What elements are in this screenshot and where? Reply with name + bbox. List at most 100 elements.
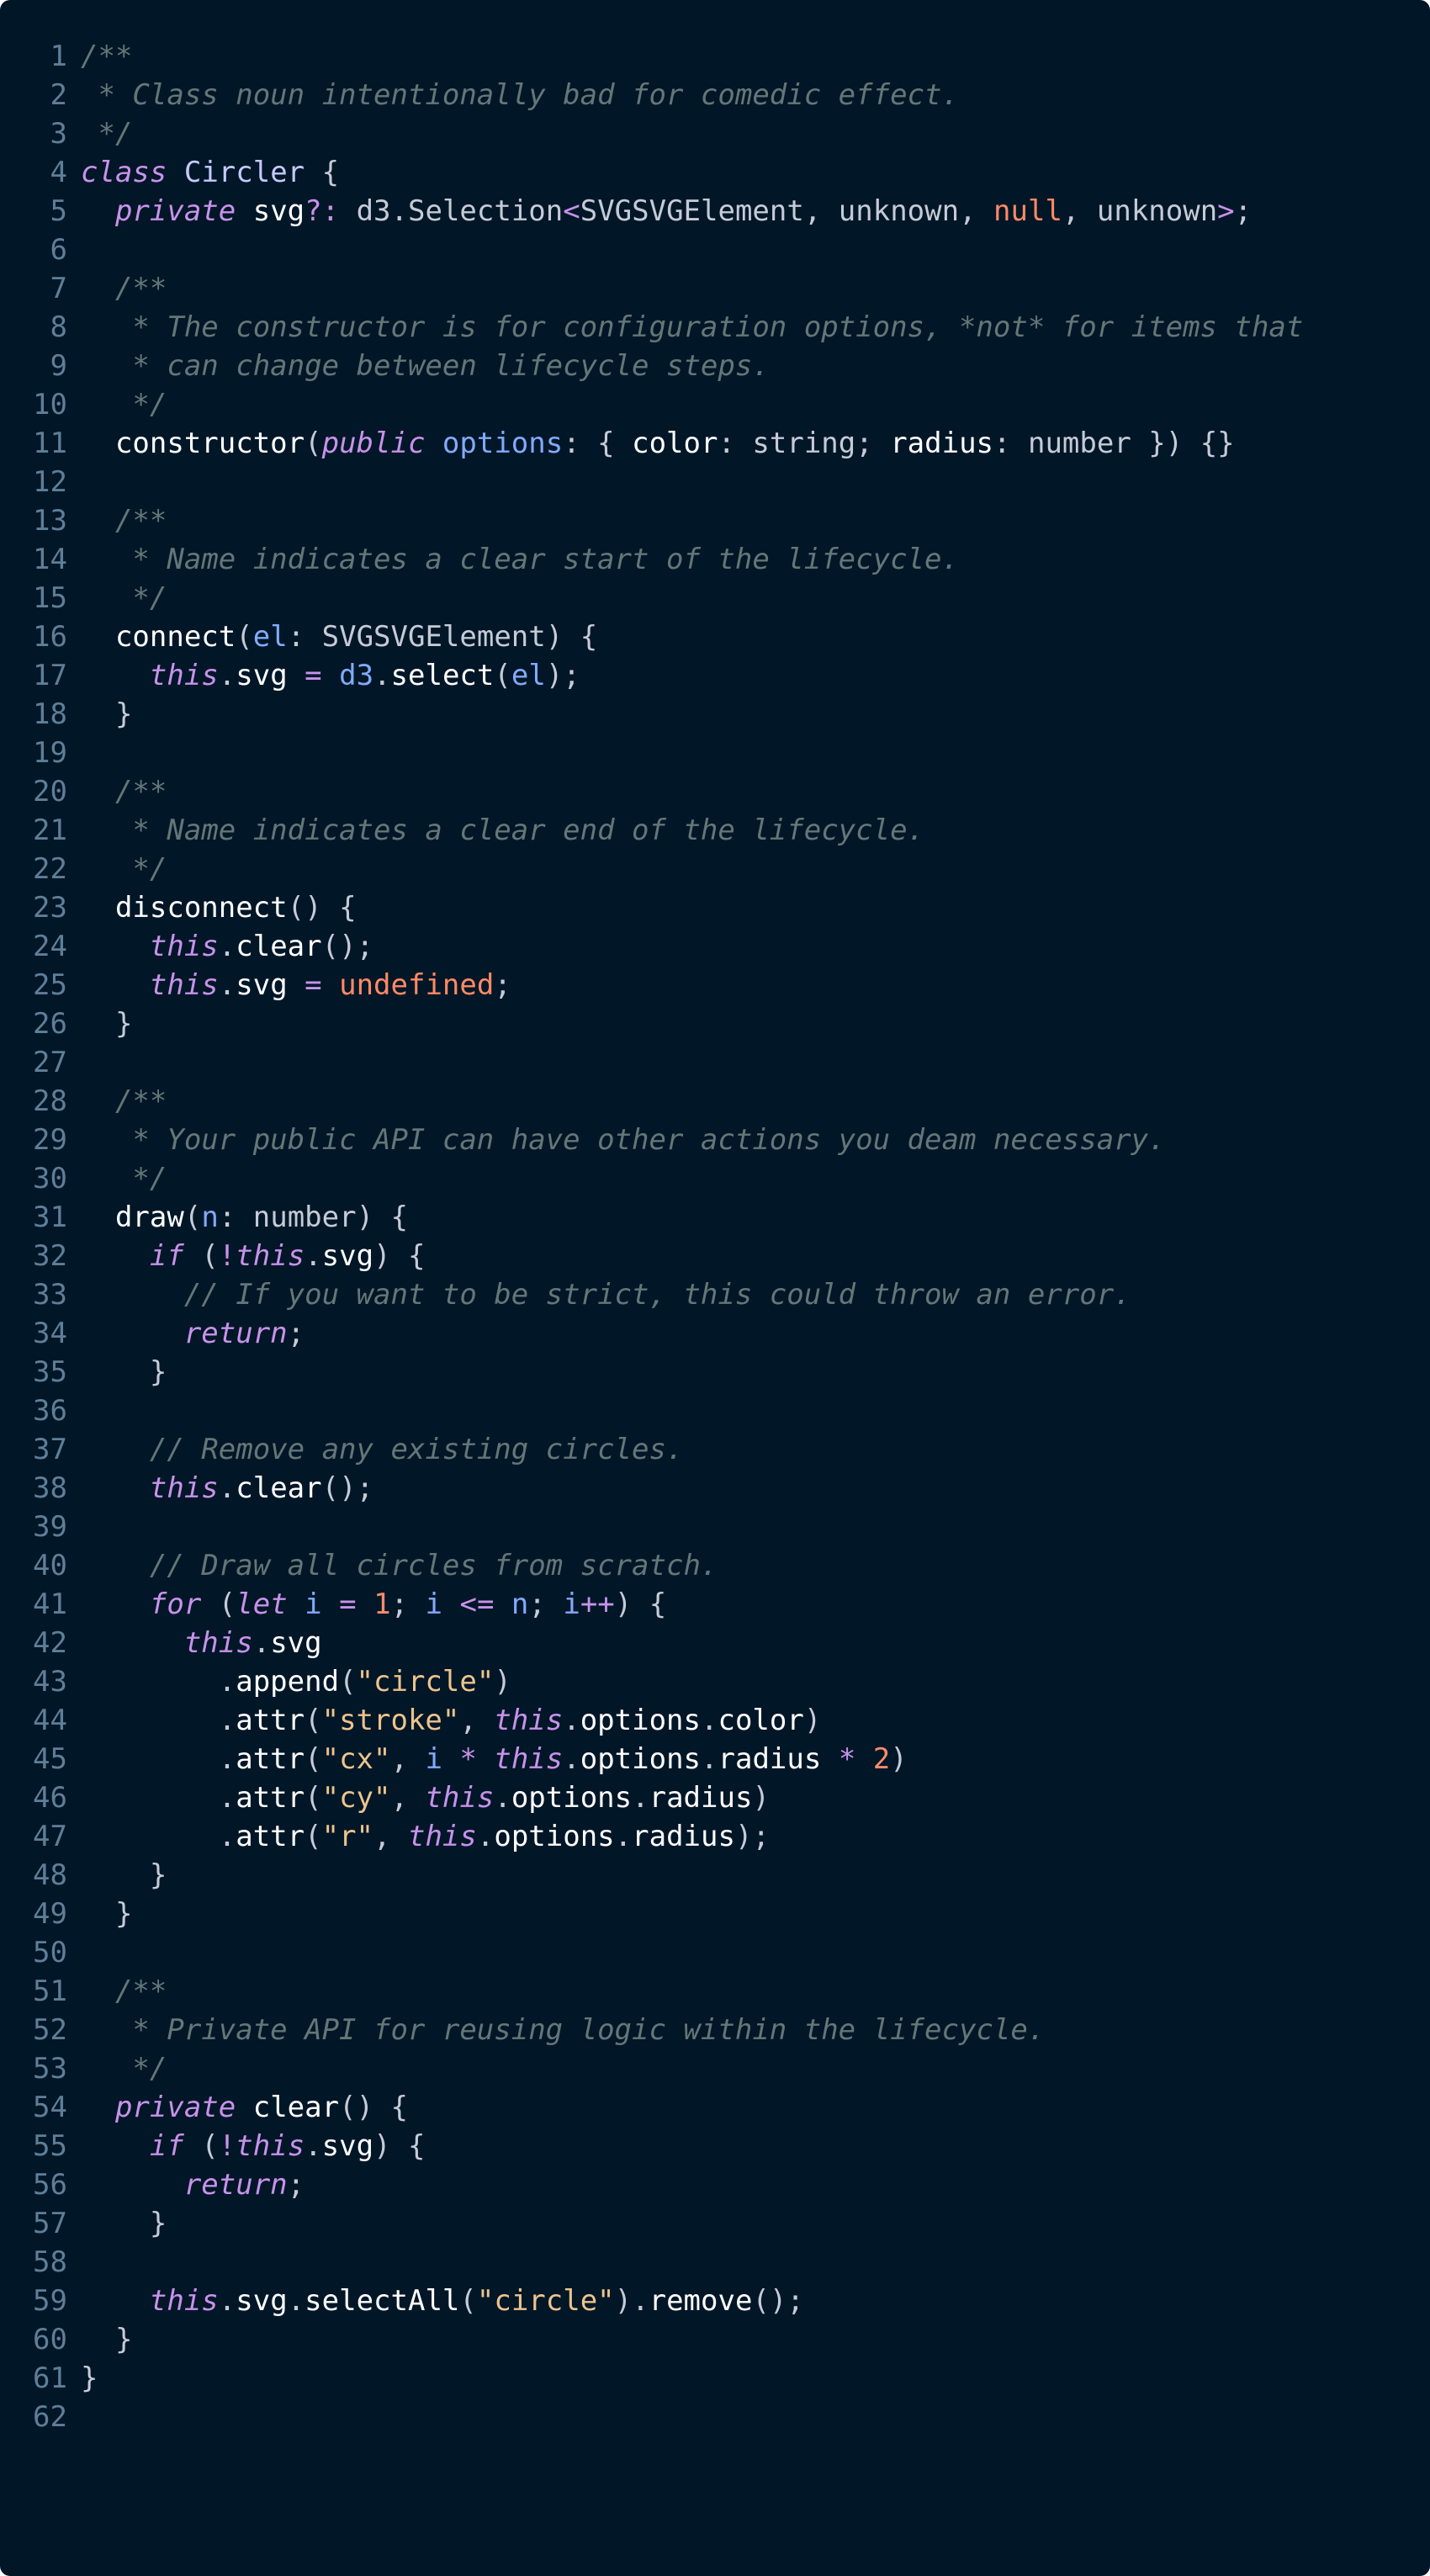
line-number: 52	[33, 2013, 67, 2047]
code-line[interactable]: 61}	[0, 2359, 1303, 2398]
code-token: n	[201, 1201, 219, 1234]
code-line[interactable]: 36	[0, 1391, 1303, 1430]
code-token: undefined	[339, 968, 495, 1002]
code-line[interactable]: 34 return;	[0, 1314, 1303, 1353]
line-number: 25	[33, 968, 67, 1002]
code-token: "r"	[321, 1820, 374, 1853]
code-token: (	[339, 1665, 357, 1699]
code-token: ++	[580, 1587, 615, 1621]
code-token: * Class noun intentionally bad for comed…	[81, 78, 959, 112]
code-line[interactable]: 54 private clear() {	[0, 2088, 1303, 2127]
code-line[interactable]: 23 disconnect() {	[0, 888, 1303, 927]
code-line[interactable]: 51 /**	[0, 1972, 1303, 2011]
code-line[interactable]: 15 */	[0, 579, 1303, 617]
code-line[interactable]: 49 }	[0, 1895, 1303, 1933]
code-line[interactable]: 9 * can change between lifecycle steps.	[0, 347, 1303, 385]
code-line[interactable]: 30 */	[0, 1159, 1303, 1198]
line-number: 42	[33, 1626, 67, 1660]
code-token: this	[149, 2284, 219, 2318]
code-line[interactable]: 26 }	[0, 1004, 1303, 1043]
code-line[interactable]: 21 * Name indicates a clear end of the l…	[0, 811, 1303, 850]
code-line[interactable]: 16 connect(el: SVGSVGElement) {	[0, 617, 1303, 656]
code-token: svg	[236, 968, 288, 1002]
line-number: 62	[33, 2400, 67, 2434]
code-line[interactable]: 5 private svg?: d3.Selection<SVGSVGEleme…	[0, 192, 1303, 231]
code-line[interactable]: 38 this.clear();	[0, 1469, 1303, 1508]
code-token: disconnect	[114, 891, 288, 925]
code-line[interactable]: 13 /**	[0, 501, 1303, 540]
code-line[interactable]: 52 * Private API for reusing logic withi…	[0, 2011, 1303, 2049]
code-line[interactable]: 39	[0, 1508, 1303, 1546]
line-number: 17	[33, 659, 67, 692]
code-line[interactable]: 14 * Name indicates a clear start of the…	[0, 540, 1303, 579]
code-line[interactable]: 37 // Remove any existing circles.	[0, 1430, 1303, 1469]
code-line[interactable]: 28 /**	[0, 1082, 1303, 1121]
code-line[interactable]: 41 for (let i = 1; i <= n; i++) {	[0, 1585, 1303, 1624]
line-number: 53	[33, 2052, 67, 2086]
code-line[interactable]: 18 }	[0, 695, 1303, 734]
code-token: ) {	[356, 1201, 409, 1234]
code-line[interactable]: 62	[0, 2398, 1303, 2436]
code-line[interactable]: 20 /**	[0, 772, 1303, 811]
code-token: return	[183, 2168, 288, 2202]
code-line[interactable]: 59 this.svg.selectAll("circle").remove()…	[0, 2282, 1303, 2320]
code-line[interactable]: 46 .attr("cy", this.options.radius)	[0, 1778, 1303, 1817]
line-number: 35	[33, 1355, 67, 1389]
code-line[interactable]: 12	[0, 463, 1303, 501]
code-line[interactable]: 50	[0, 1933, 1303, 1972]
code-line[interactable]: 35 }	[0, 1353, 1303, 1391]
code-token: public	[321, 427, 426, 460]
code-token: ,	[959, 194, 994, 228]
code-token: )	[752, 1781, 770, 1815]
line-number: 54	[33, 2091, 67, 2124]
code-line[interactable]: 43 .append("circle")	[0, 1662, 1303, 1701]
code-editor[interactable]: 1/** 2 * Class noun intentionally bad for…	[0, 0, 1430, 2576]
code-line[interactable]: 25 this.svg = undefined;	[0, 966, 1303, 1004]
code-token: {	[305, 156, 340, 189]
code-line[interactable]: 56 return;	[0, 2165, 1303, 2204]
code-line[interactable]: 57 }	[0, 2204, 1303, 2243]
line-number: 15	[33, 581, 67, 615]
code-line[interactable]: 4 class Circler {	[0, 153, 1303, 192]
code-line[interactable]: 53 */	[0, 2049, 1303, 2088]
code-token: // If you want to be strict, this could …	[81, 1278, 1131, 1312]
code-line[interactable]: 58	[0, 2243, 1303, 2282]
code-line[interactable]: 32 if (!this.svg) {	[0, 1237, 1303, 1275]
code-line[interactable]: 2 * Class noun intentionally bad for com…	[0, 76, 1303, 114]
code-token: constructor	[114, 427, 305, 460]
code-line[interactable]: 42 this.svg	[0, 1624, 1303, 1662]
code-line[interactable]: 3 */	[0, 114, 1303, 153]
code-line[interactable]: 60 }	[0, 2320, 1303, 2359]
code-line[interactable]: 6	[0, 231, 1303, 269]
code-token: let	[236, 1587, 288, 1621]
code-line[interactable]: 22 */	[0, 850, 1303, 888]
code-line[interactable]: 44 .attr("stroke", this.options.color)	[0, 1701, 1303, 1740]
line-number: 38	[33, 1471, 67, 1505]
code-line[interactable]: 19	[0, 734, 1303, 772]
code-line[interactable]: 45 .attr("cx", i * this.options.radius *…	[0, 1740, 1303, 1778]
code-line[interactable]: 40 // Draw all circles from scratch.	[0, 1546, 1303, 1585]
code-line[interactable]: 48 }	[0, 1856, 1303, 1895]
code-line[interactable]: 1 /**	[0, 37, 1303, 76]
code-token: clear	[236, 1471, 322, 1505]
code-line[interactable]: 7 /**	[0, 269, 1303, 308]
code-line[interactable]: 29 * Your public API can have other acti…	[0, 1121, 1303, 1159]
code-line[interactable]: 24 this.clear();	[0, 927, 1303, 966]
code-token: n	[511, 1587, 529, 1621]
code-line[interactable]: 31 draw(n: number) {	[0, 1198, 1303, 1237]
code-line[interactable]: 10 */	[0, 385, 1303, 424]
code-token: select	[390, 659, 495, 692]
code-token: svg	[270, 1626, 322, 1660]
line-number: 36	[33, 1394, 67, 1428]
code-line[interactable]: 27	[0, 1043, 1303, 1082]
code-token: ;	[287, 1317, 305, 1350]
code-line[interactable]: 55 if (!this.svg) {	[0, 2127, 1303, 2165]
code-line[interactable]: 11 constructor(public options: { color: …	[0, 424, 1303, 463]
code-line[interactable]: 47 .attr("r", this.options.radius);	[0, 1817, 1303, 1856]
code-line[interactable]: 8 * The constructor is for configuration…	[0, 308, 1304, 347]
code-token: <=	[442, 1587, 511, 1621]
code-block[interactable]: 1/** 2 * Class noun intentionally bad for…	[0, 37, 1303, 2436]
code-token: .	[287, 2284, 305, 2318]
code-line[interactable]: 33 // If you want to be strict, this cou…	[0, 1275, 1303, 1314]
code-line[interactable]: 17 this.svg = d3.select(el);	[0, 656, 1303, 695]
